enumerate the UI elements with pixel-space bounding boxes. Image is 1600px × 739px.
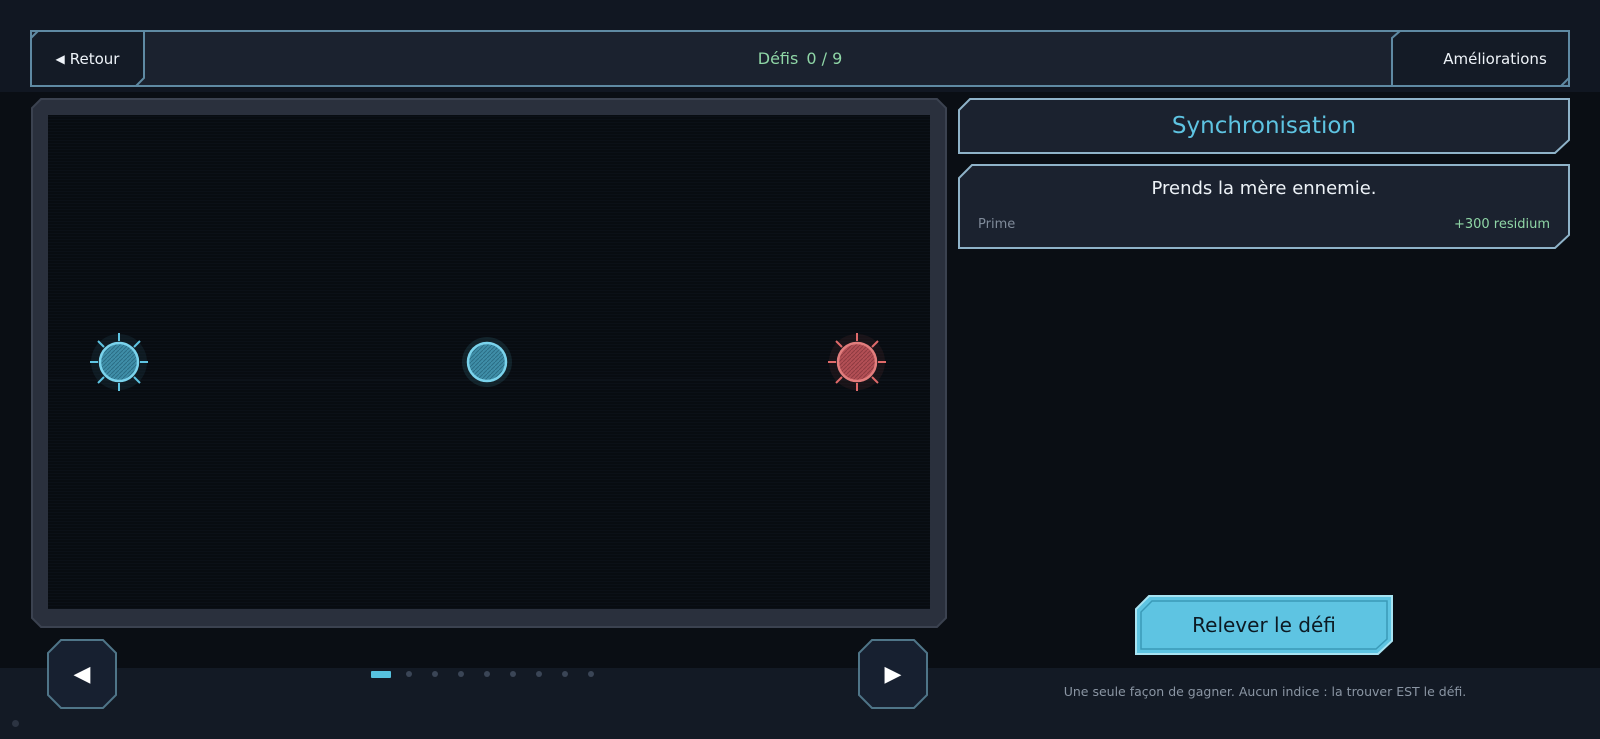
game-board: [31, 98, 947, 628]
back-button[interactable]: ◀ Retour: [30, 30, 145, 87]
challenge-info-panel: [958, 164, 1570, 249]
page-dot[interactable]: [406, 671, 412, 677]
bounty-label: Prime: [978, 217, 1016, 232]
challenge-objective: Prends la mère ennemie.: [1151, 178, 1377, 199]
page-dot[interactable]: [562, 671, 568, 677]
prev-button[interactable]: ◀: [47, 639, 117, 709]
page-indicator: [371, 668, 614, 680]
bottom-band: [0, 668, 1600, 739]
challenges-progress: 0 / 9: [806, 49, 843, 68]
challenges-counter: Défis 0 / 9: [600, 30, 1000, 87]
challenge-title: Synchronisation: [1171, 113, 1357, 139]
challenges-label: Défis: [757, 49, 799, 68]
player-mother-unit[interactable]: [90, 333, 148, 391]
page-dot[interactable]: [432, 671, 438, 677]
page-dot[interactable]: [510, 671, 516, 677]
corner-dot: [12, 720, 19, 727]
page-dot[interactable]: [458, 671, 464, 677]
bounty-value: +300 residium: [1453, 217, 1550, 232]
upgrades-button[interactable]: Améliorations: [1420, 30, 1570, 87]
page-dot-active[interactable]: [371, 670, 391, 678]
page-dot[interactable]: [588, 671, 594, 677]
next-button[interactable]: ▶: [858, 639, 928, 709]
page-dot[interactable]: [536, 671, 542, 677]
neutral-cell-unit[interactable]: [462, 337, 512, 387]
enemy-mother-unit[interactable]: [828, 333, 886, 391]
triangle-left-icon: ◀: [73, 661, 91, 687]
challenge-hint: Une seule façon de gagner. Aucun indice …: [1063, 684, 1467, 699]
triangle-right-icon: ▶: [884, 661, 902, 687]
start-challenge-label: Relever le défi: [1192, 613, 1336, 637]
upgrades-label: Améliorations: [1443, 49, 1547, 68]
page-dot[interactable]: [484, 671, 490, 677]
back-label: Retour: [69, 49, 120, 68]
triangle-left-icon: ◀: [55, 51, 65, 66]
